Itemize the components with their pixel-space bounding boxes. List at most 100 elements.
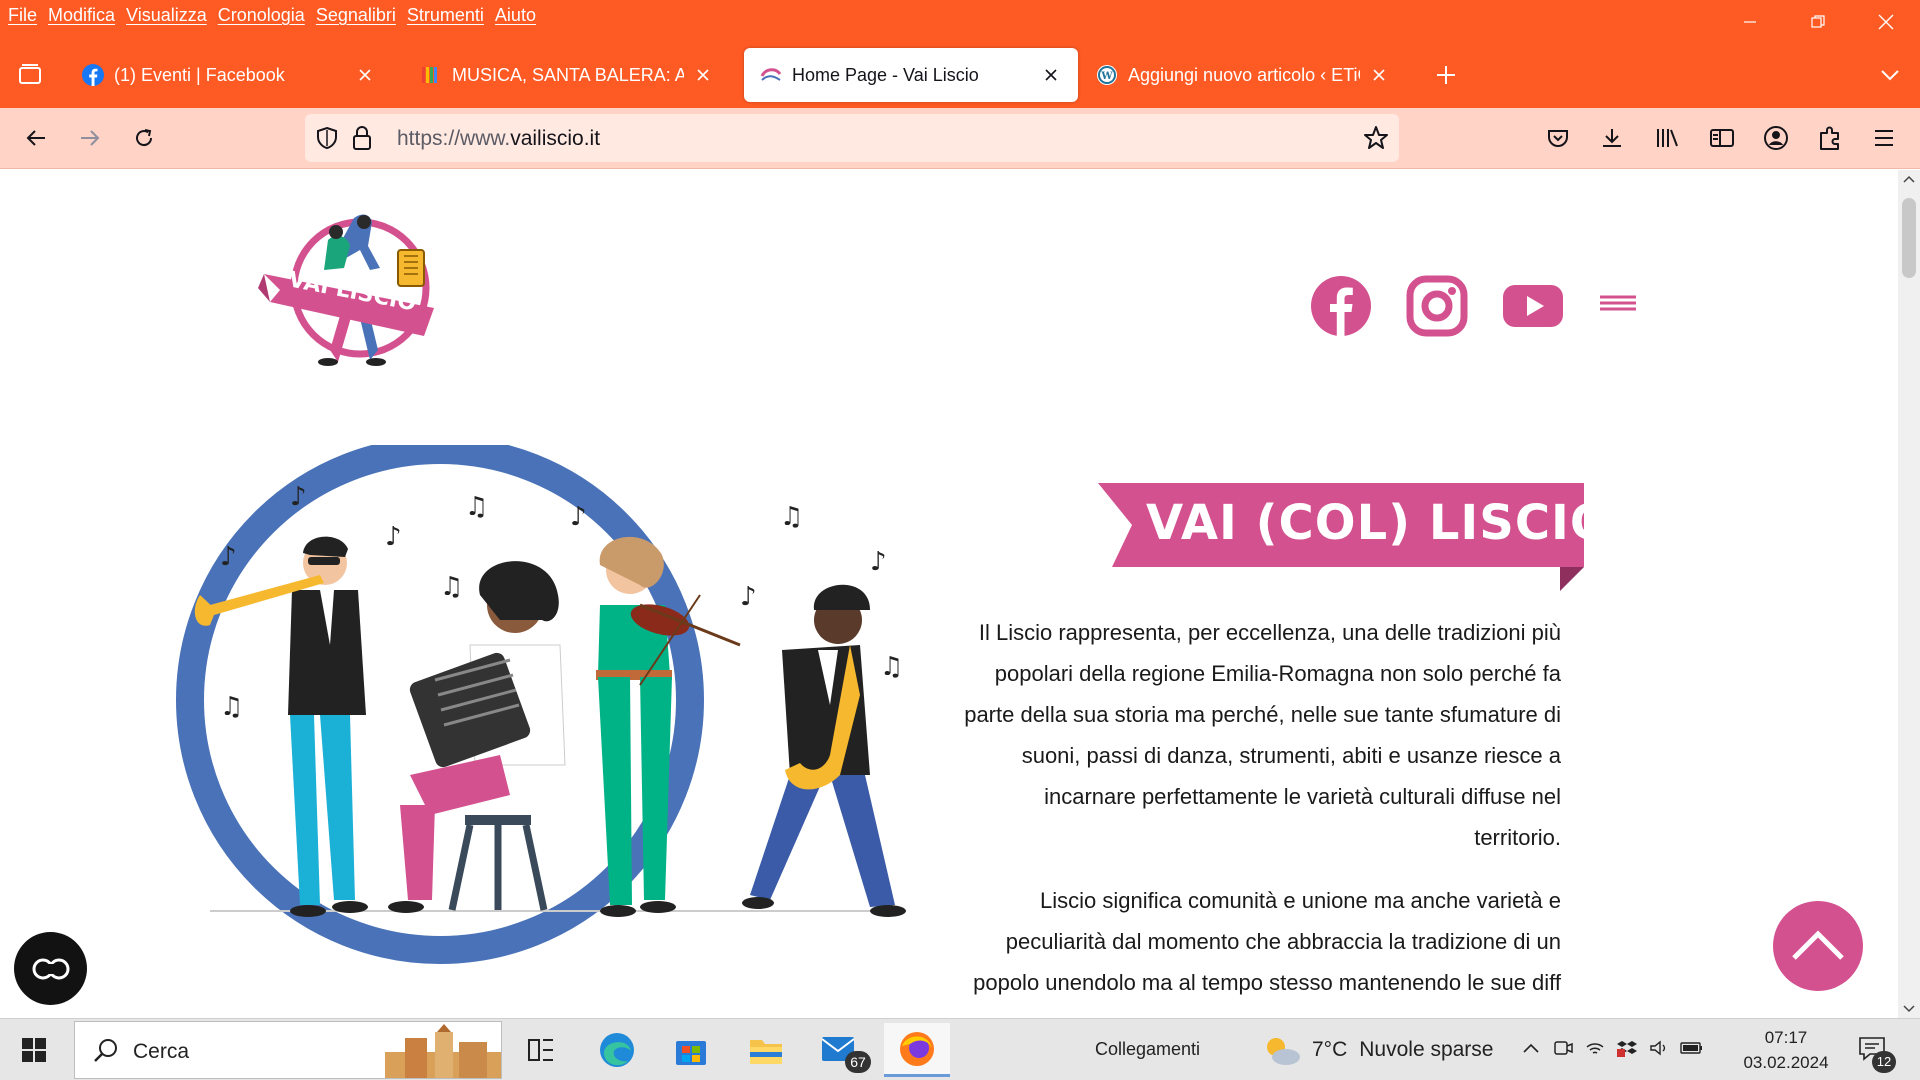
menu-file[interactable]: File [8,5,37,26]
tab-title: MUSICA, SANTA BALERA: AMARC [452,64,684,85]
tab-facebook[interactable]: (1) Eventi | Facebook [66,48,392,102]
svg-text:♫: ♫ [465,492,488,522]
menu-cronologia[interactable]: Cronologia [218,5,305,26]
musicians-illustration-image: ♪ ♫ ♪ ♫ ♪ ♪ ♫ ♪ ♪ ♫ ♫ [176,436,906,964]
task-view-button[interactable] [508,1023,574,1077]
downloads-button[interactable] [1596,122,1628,154]
scroll-to-top-button[interactable] [1773,901,1863,991]
system-clock[interactable]: 07:17 03.02.2024 [1740,1025,1832,1075]
account-button[interactable] [1760,122,1792,154]
facebook-link[interactable] [1310,275,1372,337]
account-icon [1764,126,1788,150]
mail-badge: 67 [845,1051,871,1073]
svg-text:♫: ♫ [440,572,463,602]
bookmark-star-icon[interactable] [1363,125,1389,156]
close-icon [359,69,371,81]
sidebar-icon [1710,129,1734,147]
folder-icon [750,1040,782,1064]
windows-taskbar: Cerca 67 Collegamenti 7°C Nuvole sparse [0,1018,1920,1080]
tab-close-button[interactable] [692,64,714,86]
close-icon [1878,14,1894,30]
notification-center-button[interactable]: 12 [1858,1035,1898,1073]
tab-title: Aggiungi nuovo articolo ‹ ETiCi [1128,64,1360,85]
reader-view-button[interactable] [1706,122,1738,154]
search-placeholder: Cerca [133,1040,190,1063]
weather-widget[interactable]: 7°C Nuvole sparse [1262,1033,1493,1067]
url-bar[interactable]: https://www.vailiscio.it [305,114,1399,162]
vailiscio-logo[interactable]: VAI LISCIO [258,210,468,370]
taskbar-store[interactable] [658,1023,724,1077]
reload-button[interactable] [128,122,160,154]
meet-now-icon[interactable] [1552,1037,1574,1059]
tabbar: (1) Eventi | Facebook MUSICA, SANTA BALE… [0,46,1920,104]
tab-title: (1) Eventi | Facebook [114,64,285,85]
show-hidden-icons-button[interactable] [1520,1037,1542,1059]
restore-button[interactable] [1784,0,1852,44]
extensions-button[interactable] [1814,122,1846,154]
youtube-link[interactable] [1502,275,1564,337]
forward-button[interactable] [74,122,106,154]
close-window-button[interactable] [1852,0,1920,44]
url-text[interactable]: https://www.vailiscio.it [397,127,600,151]
svg-text:♪: ♪ [570,502,587,532]
menu-strumenti[interactable]: Strumenti [407,5,484,26]
minimize-icon [1744,21,1756,23]
list-all-tabs-button[interactable] [1874,59,1906,91]
tab-vailiscio[interactable]: Home Page - Vai Liscio [744,48,1078,102]
wordpress-icon: W [1096,64,1118,86]
url-prefix: https://www. [397,127,511,150]
tab-close-button[interactable] [1040,64,1062,86]
svg-text:♪: ♪ [220,542,237,572]
scroll-up-arrow-icon[interactable] [1903,174,1915,184]
app-menu-button[interactable] [1868,122,1900,154]
dropbox-icon[interactable] [1616,1037,1638,1059]
volume-icon[interactable] [1648,1037,1670,1059]
puzzle-icon [1820,126,1839,150]
taskbar-file-explorer[interactable] [733,1023,799,1077]
tab-wordpress[interactable]: W Aggiungi nuovo articolo ‹ ETiCi [1080,48,1406,102]
menu-segnalibri[interactable]: Segnalibri [316,5,396,26]
google-drive-icon [420,64,442,86]
taskbar-search-box[interactable]: Cerca [74,1021,502,1079]
wifi-icon[interactable] [1584,1037,1606,1059]
tracking-protection-shield-icon[interactable] [315,126,339,155]
edge-icon [600,1033,634,1067]
taskbar-mail[interactable]: 67 [807,1023,873,1077]
close-icon [1045,69,1057,81]
lock-icon[interactable] [351,125,373,156]
library-button[interactable] [1652,122,1684,154]
accessibility-button[interactable] [14,932,87,1005]
taskbar-edge[interactable] [584,1023,650,1077]
svg-text:♫: ♫ [780,502,803,532]
page-scrollbar[interactable] [1898,170,1920,1018]
close-icon [697,69,709,81]
tab-close-button[interactable] [354,64,376,86]
new-tab-button[interactable] [1430,59,1462,91]
menu-modifica[interactable]: Modifica [48,5,115,26]
taskbar-firefox[interactable] [884,1023,950,1077]
links-toolbar-label[interactable]: Collegamenti [1095,1039,1200,1060]
back-button[interactable] [20,122,52,154]
scroll-down-arrow-icon[interactable] [1903,1004,1915,1014]
tab-musica[interactable]: MUSICA, SANTA BALERA: AMARC [404,48,730,102]
scrollbar-thumb[interactable] [1902,198,1916,278]
close-icon [1373,69,1385,81]
reload-icon [136,129,153,147]
minimize-button[interactable] [1716,0,1784,44]
start-button[interactable] [14,1033,54,1067]
battery-icon[interactable] [1680,1037,1702,1059]
vailiscio-icon [760,64,782,86]
plus-icon [1437,66,1455,84]
pocket-button[interactable] [1542,122,1574,154]
firefox-view-button[interactable] [14,59,46,91]
task-view-icon [528,1039,553,1061]
site-menu-button[interactable] [1598,275,1638,337]
menu-visualizza[interactable]: Visualizza [126,5,207,26]
pocket-icon [1548,130,1568,147]
restore-icon [1811,15,1825,28]
svg-text:♫: ♫ [880,652,903,682]
instagram-link[interactable] [1406,275,1468,337]
menu-aiuto[interactable]: Aiuto [495,5,536,26]
tab-close-button[interactable] [1368,64,1390,86]
search-highlight-image [385,1024,501,1078]
